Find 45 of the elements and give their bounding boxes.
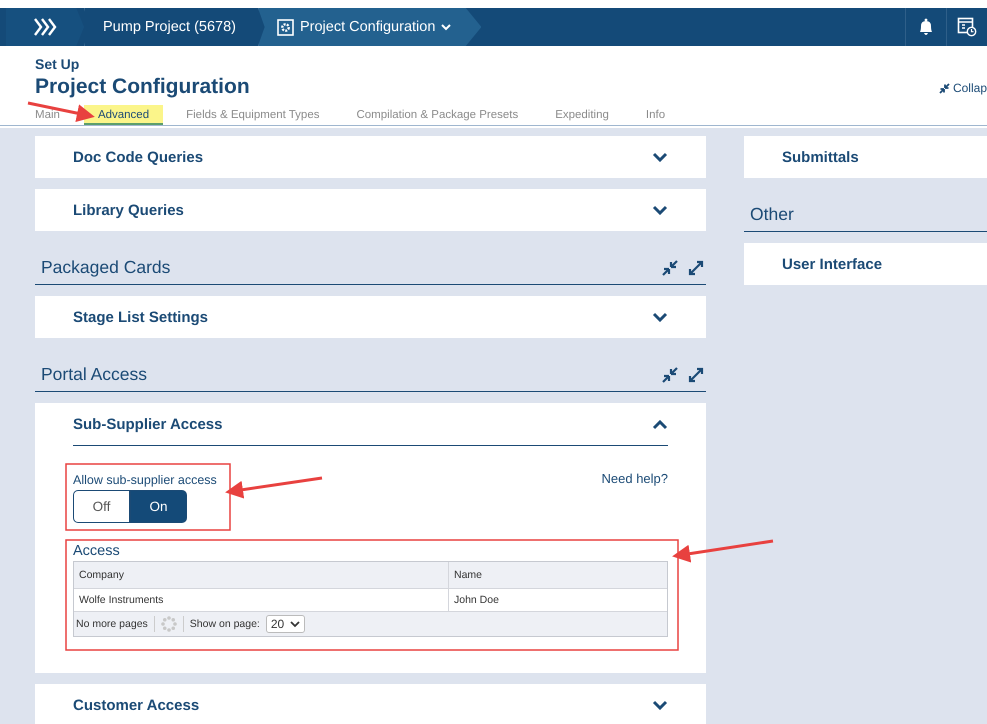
tab[interactable]: Advanced	[84, 105, 164, 125]
toggle-option[interactable]: On	[130, 490, 187, 523]
card-title[interactable]: Submittals	[782, 148, 859, 166]
collapse-icon[interactable]	[662, 366, 678, 382]
pager-status: No more pages	[76, 618, 148, 630]
spinner-icon	[160, 616, 177, 632]
section-heading: Packaged Cards	[41, 257, 170, 278]
calendar-clock-icon[interactable]	[957, 17, 977, 37]
field-label: Allow sub-supplier access	[73, 473, 217, 487]
collapse-icon	[938, 82, 950, 94]
expand-icon[interactable]	[688, 366, 704, 382]
page-title: Project Configuration	[35, 74, 250, 100]
access-heading: Access	[73, 543, 121, 559]
column-header: Name	[453, 568, 484, 583]
section-heading: Portal Access	[41, 364, 148, 385]
caret-icon	[290, 620, 300, 628]
chevron-down-icon[interactable]	[652, 312, 668, 322]
bell-icon[interactable]	[917, 18, 935, 36]
caret-icon	[441, 24, 452, 30]
expand-icon[interactable]	[688, 260, 704, 276]
toggle-option[interactable]: Off	[73, 490, 130, 523]
section-heading: Other	[750, 204, 794, 225]
gear-icon	[276, 18, 294, 36]
chevrons-logo-icon[interactable]	[33, 17, 57, 37]
chevron-down-icon[interactable]	[652, 152, 668, 162]
collapse-icon[interactable]	[662, 260, 678, 276]
card-title[interactable]: Library Queries	[73, 202, 184, 218]
table-cell-text: John Doe	[453, 593, 500, 608]
column-header: Company	[74, 562, 449, 588]
table-cell: Wolfe Instruments	[74, 589, 449, 611]
chevron-down-icon[interactable]	[652, 700, 668, 710]
card-title[interactable]: Sub-Supplier Access	[73, 416, 222, 432]
page-eyebrow: Set Up	[35, 56, 80, 72]
annotation-arrow	[28, 102, 95, 122]
breadcrumb[interactable]: Project Configuration	[258, 8, 482, 46]
page-size-select[interactable]: 20	[266, 615, 306, 633]
card-title[interactable]: Stage List Settings	[73, 308, 208, 326]
collapse-link[interactable]: Collap	[938, 81, 987, 95]
page-size-label: Show on page:	[190, 618, 260, 630]
card-title[interactable]: User Interface	[782, 256, 882, 272]
chevron-down-icon[interactable]	[652, 204, 668, 216]
card-title[interactable]: Customer Access	[73, 696, 200, 714]
card-title[interactable]: Doc Code Queries	[73, 148, 204, 166]
help-link[interactable]: Need help?	[602, 471, 668, 486]
chevron-up-icon[interactable]	[652, 418, 668, 430]
